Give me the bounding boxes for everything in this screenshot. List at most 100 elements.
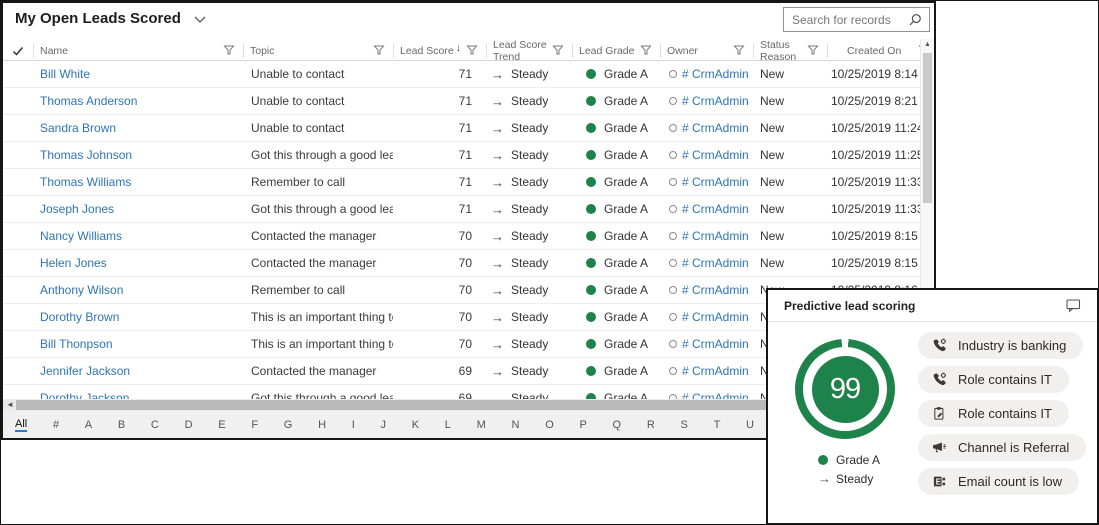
owner-link[interactable]: # CrmAdmin (682, 94, 749, 108)
jump-letter-o[interactable]: O (545, 419, 554, 431)
lead-score-trend-cell: →Steady (486, 283, 572, 298)
jump-letter-l[interactable]: L (445, 419, 451, 431)
lead-name-link[interactable]: Bill Thonpson (40, 337, 113, 351)
lead-name-link[interactable]: Helen Jones (40, 256, 107, 270)
jump-letter-m[interactable]: M (477, 419, 486, 431)
table-row[interactable]: Helen Jones Contacted the manager 70 →St… (3, 250, 934, 277)
lead-name-link[interactable]: Anthony Wilson (40, 283, 123, 297)
column-header-lead-grade[interactable]: Lead Grade (572, 39, 660, 63)
jump-letter-p[interactable]: P (579, 419, 586, 431)
table-row[interactable]: Thomas Anderson Unable to contact 71 →St… (3, 88, 934, 115)
jump-letter-f[interactable]: F (251, 419, 258, 431)
column-header-name[interactable]: Name (33, 39, 243, 63)
column-header-owner[interactable]: Owner (660, 39, 753, 63)
owner-cell: # CrmAdmin (660, 67, 753, 81)
grade-a-dot-icon (586, 123, 596, 133)
status-reason-cell: New (753, 175, 827, 189)
lead-name-link[interactable]: Thomas Anderson (40, 94, 137, 108)
panel-title: Predictive lead scoring (784, 299, 915, 313)
column-header-lead-score[interactable]: Lead Score ↓ (393, 39, 486, 63)
jump-letter-b[interactable]: B (118, 419, 125, 431)
vertical-scroll-thumb[interactable] (923, 53, 932, 203)
filter-icon[interactable] (373, 44, 385, 56)
column-header-created-on[interactable]: Created On (827, 39, 934, 63)
created-on-cell: 10/25/2019 8:21 PM (827, 94, 934, 108)
scroll-up-arrow-icon[interactable]: ▲ (924, 41, 931, 48)
sort-descending-icon[interactable]: ↓ (456, 42, 462, 54)
owner-link[interactable]: # CrmAdmin (682, 310, 749, 324)
filter-icon[interactable] (223, 44, 235, 56)
search-icon[interactable] (908, 13, 922, 27)
lead-name-link[interactable]: Nancy Williams (40, 229, 122, 243)
jump-letter-j[interactable]: J (381, 419, 387, 431)
jump-letter-a[interactable]: A (85, 419, 92, 431)
insight-pill-label: Email count is low (958, 474, 1062, 489)
jump-letter-h[interactable]: H (318, 419, 326, 431)
jump-letter-d[interactable]: D (185, 419, 193, 431)
filter-icon[interactable] (640, 44, 652, 56)
owner-cell: # CrmAdmin (660, 337, 753, 351)
owner-link[interactable]: # CrmAdmin (682, 202, 749, 216)
lead-name-link[interactable]: Thomas Williams (40, 175, 131, 189)
jump-letter-all[interactable]: All (15, 418, 27, 432)
table-row[interactable]: Thomas Williams Remember to call 71 →Ste… (3, 169, 934, 196)
search-input[interactable] (784, 13, 908, 27)
owner-cell: # CrmAdmin (660, 229, 753, 243)
column-header-lead-score-trend[interactable]: Lead Score Trend (486, 39, 572, 63)
lead-name-link[interactable]: Joseph Jones (40, 202, 114, 216)
owner-link[interactable]: # CrmAdmin (682, 364, 749, 378)
chevron-down-icon[interactable] (194, 16, 206, 23)
table-row[interactable]: Nancy Williams Contacted the manager 70 … (3, 223, 934, 250)
lead-name-link[interactable]: Jennifer Jackson (40, 364, 130, 378)
jump-letter-n[interactable]: N (512, 419, 520, 431)
clipboard-icon (932, 406, 947, 421)
owner-link[interactable]: # CrmAdmin (682, 229, 749, 243)
topic-cell: Remember to call (243, 283, 393, 297)
owner-link[interactable]: # CrmAdmin (682, 121, 749, 135)
lead-name-link[interactable]: Dorothy Brown (40, 310, 119, 324)
table-row[interactable]: Sandra Brown Unable to contact 71 →Stead… (3, 115, 934, 142)
lead-name-link[interactable]: Thomas Johnson (40, 148, 132, 162)
lead-score-trend-cell: →Steady (486, 256, 572, 271)
jump-letter-u[interactable]: U (746, 419, 754, 431)
comment-icon[interactable] (1066, 298, 1081, 313)
jump-letter-#[interactable]: # (53, 419, 59, 431)
topic-cell: This is an important thing to re... (243, 337, 393, 351)
search-box[interactable] (783, 7, 930, 32)
filter-icon[interactable] (807, 44, 819, 56)
column-header-topic[interactable]: Topic (243, 39, 393, 63)
scroll-left-arrow-icon[interactable]: ◄ (6, 400, 14, 410)
select-all-header[interactable] (3, 39, 33, 63)
jump-letter-r[interactable]: R (647, 419, 655, 431)
column-header-status-reason[interactable]: Status Reason (753, 39, 827, 63)
jump-letter-c[interactable]: C (151, 419, 159, 431)
lead-name-link[interactable]: Sandra Brown (40, 121, 116, 135)
table-row[interactable]: Bill White Unable to contact 71 →Steady … (3, 61, 934, 88)
owner-link[interactable]: # CrmAdmin (682, 67, 749, 81)
horizontal-scroll-thumb[interactable] (16, 400, 871, 410)
filter-icon[interactable] (466, 44, 478, 56)
owner-link[interactable]: # CrmAdmin (682, 283, 749, 297)
jump-letter-q[interactable]: Q (613, 419, 622, 431)
jump-letter-t[interactable]: T (714, 419, 721, 431)
presence-icon (669, 151, 677, 159)
topic-cell: Unable to contact (243, 121, 393, 135)
jump-letter-e[interactable]: E (218, 419, 225, 431)
jump-letter-g[interactable]: G (284, 419, 293, 431)
jump-letter-k[interactable]: K (412, 419, 419, 431)
filter-icon[interactable] (733, 44, 745, 56)
table-row[interactable]: Joseph Jones Got this through a good lea… (3, 196, 934, 223)
lead-name-link[interactable]: Bill White (40, 67, 90, 81)
owner-link[interactable]: # CrmAdmin (682, 337, 749, 351)
jump-letter-i[interactable]: I (352, 419, 355, 431)
insight-pill-list: Industry is banking Role contains IT Rol… (918, 332, 1086, 495)
filter-icon[interactable] (552, 44, 564, 56)
owner-link[interactable]: # CrmAdmin (682, 256, 749, 270)
jump-letter-s[interactable]: S (681, 419, 688, 431)
view-selector[interactable]: My Open Leads Scored (15, 10, 206, 27)
lead-score-trend-cell: →Steady (486, 202, 572, 217)
owner-link[interactable]: # CrmAdmin (682, 148, 749, 162)
owner-cell: # CrmAdmin (660, 148, 753, 162)
table-row[interactable]: Thomas Johnson Got this through a good l… (3, 142, 934, 169)
owner-link[interactable]: # CrmAdmin (682, 175, 749, 189)
